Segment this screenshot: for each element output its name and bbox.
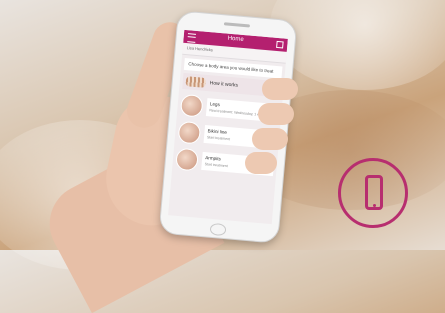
how-it-works-label: How it works (209, 80, 239, 89)
armpits-name: Armpits (204, 155, 221, 162)
background-blur-window (270, 0, 445, 90)
skin-layers-icon (185, 76, 207, 89)
finger-2 (258, 103, 294, 125)
finger-1 (262, 78, 298, 100)
legs-thumbnail (179, 94, 204, 118)
cart-icon[interactable] (276, 40, 284, 49)
smartphone: Home Lisa Hendricks Choose a body area y… (158, 10, 298, 244)
armpits-thumbnail (175, 147, 199, 172)
smartphone-icon (338, 158, 408, 228)
smartphone-icon-body (365, 175, 383, 210)
bikini-line-thumbnail (177, 121, 202, 145)
legs-name: Legs (209, 101, 221, 108)
armpits-subtitle: Start treatment (204, 162, 228, 169)
phone-home-button (209, 222, 227, 237)
smartphone-icon-home-dot (373, 204, 376, 207)
phone-speaker (223, 22, 251, 28)
phone-screen: Home Lisa Hendricks Choose a body area y… (168, 29, 288, 225)
bikini-line-name: Bikini line (207, 128, 228, 136)
bikini-line-subtitle: Start treatment (206, 135, 231, 142)
finger-4 (245, 152, 277, 174)
finger-3 (252, 128, 288, 150)
